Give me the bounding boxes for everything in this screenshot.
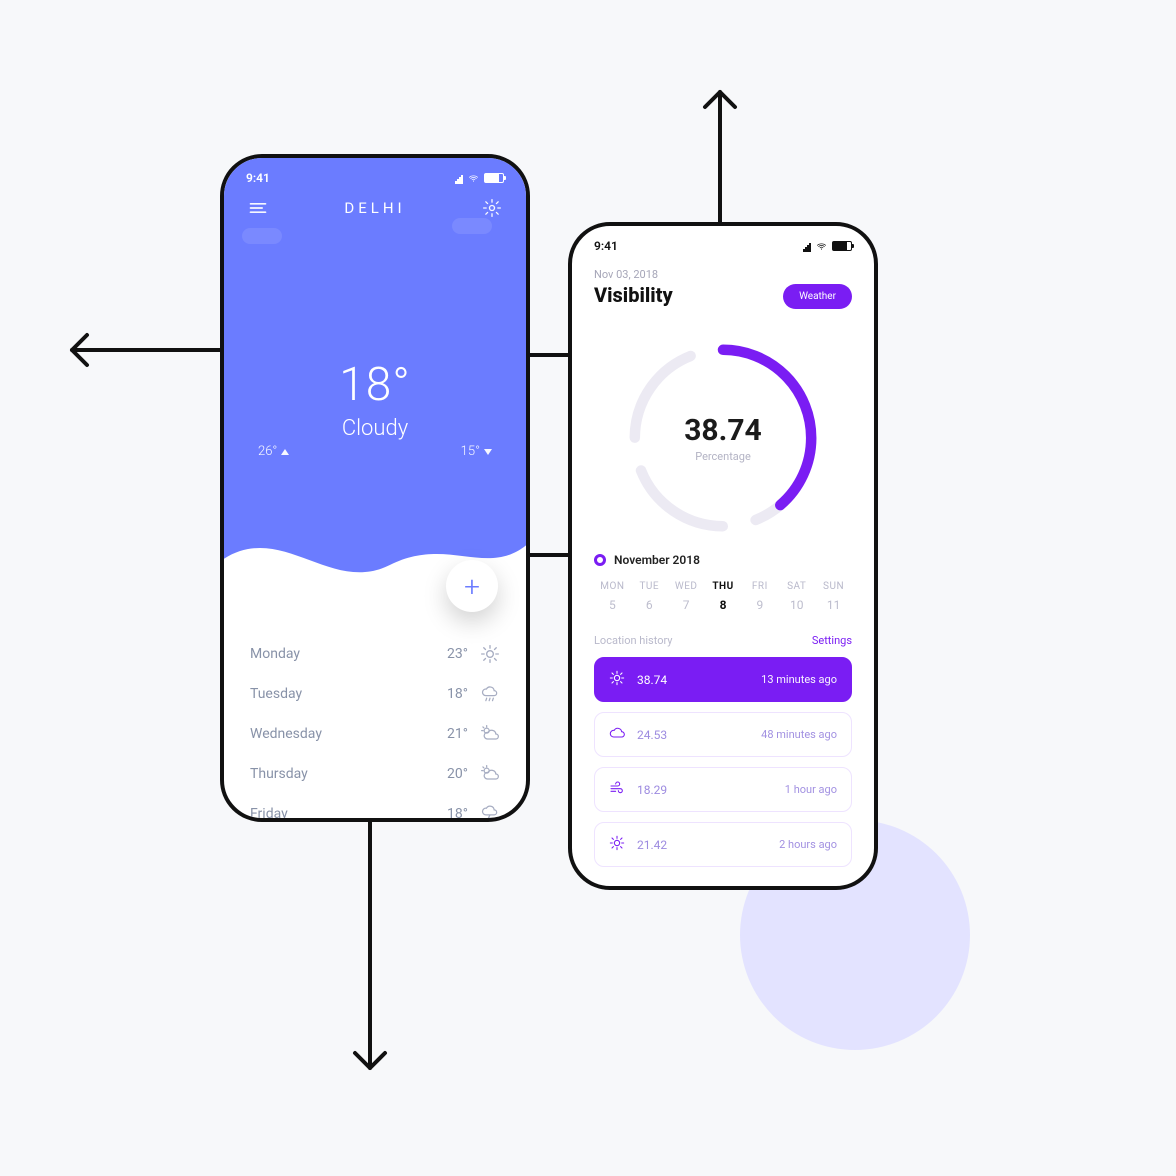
forecast-temp: 20° [447, 766, 468, 782]
calendar-day-label: THU [705, 581, 742, 592]
gear-icon[interactable] [482, 198, 502, 218]
menu-icon[interactable] [248, 198, 268, 218]
gauge-value: 38.74 [684, 413, 762, 448]
history-value: 38.74 [637, 673, 667, 687]
history-item[interactable]: 18.29 1 hour ago [594, 767, 852, 812]
location-title: DELHI [344, 199, 405, 217]
wifi-icon [815, 241, 828, 251]
month-label: November 2018 [614, 553, 700, 567]
history-value: 21.42 [637, 838, 667, 852]
signal-icon [455, 173, 463, 183]
calendar-day-label: FRI [741, 581, 778, 592]
status-bar: 9:41 [572, 236, 874, 256]
plus-icon: + [464, 570, 480, 603]
current-condition: Cloudy [224, 416, 526, 441]
history-value: 24.53 [637, 728, 667, 742]
forecast-row[interactable]: Monday 23° [250, 634, 500, 674]
signal-icon [803, 241, 811, 251]
calendar-day-label: SUN [815, 581, 852, 592]
triangle-down-icon [484, 449, 492, 455]
calendar-day-label: WED [668, 581, 705, 592]
forecast-temp: 18° [447, 686, 468, 702]
history-time: 13 minutes ago [761, 673, 837, 686]
forecast-temp: 18° [447, 806, 468, 822]
triangle-up-icon [281, 449, 289, 455]
page-date: Nov 03, 2018 [594, 268, 852, 281]
history-time: 1 hour ago [785, 783, 837, 796]
arrow-down-icon [310, 820, 430, 1080]
sun-icon [480, 644, 500, 664]
history-item[interactable]: 38.74 13 minutes ago [594, 657, 852, 702]
calendar-date[interactable]: 6 [631, 598, 668, 612]
calendar-strip: MONTUEWEDTHUFRISATSUN 567891011 [594, 581, 852, 612]
calendar-day-label: SAT [778, 581, 815, 592]
current-temperature: 18° [224, 358, 526, 412]
radio-icon [594, 554, 606, 566]
forecast-row[interactable]: Friday 18° [250, 794, 500, 822]
forecast-temp: 23° [447, 646, 468, 662]
forecast-temp: 21° [447, 726, 468, 742]
add-button[interactable]: + [446, 560, 498, 612]
sun-icon [609, 670, 625, 689]
sun-icon [609, 835, 625, 854]
history-item[interactable]: 21.42 2 hours ago [594, 822, 852, 867]
location-history-label: Location history [594, 634, 673, 647]
status-time: 9:41 [594, 239, 618, 253]
partly-icon [480, 724, 500, 744]
month-selector[interactable]: November 2018 [594, 553, 852, 567]
gauge-label: Percentage [695, 450, 751, 463]
high-temperature-value: 26° [258, 444, 277, 459]
arrow-up-icon [660, 82, 780, 232]
forecast-day: Friday [250, 806, 288, 822]
forecast-row[interactable]: Tuesday 18° [250, 674, 500, 714]
weather-hero: DELHI 18° Cloudy 26° 15° [224, 158, 526, 598]
history-time: 2 hours ago [779, 838, 837, 851]
status-bar: 9:41 [224, 168, 526, 188]
arrow-left-icon [60, 320, 230, 440]
forecast-day: Thursday [250, 766, 308, 782]
forecast-day: Monday [250, 646, 300, 662]
status-icons [803, 241, 852, 251]
settings-link[interactable]: Settings [812, 634, 852, 647]
calendar-date[interactable]: 10 [778, 598, 815, 612]
weather-chip[interactable]: Weather [783, 284, 852, 309]
history-time: 48 minutes ago [761, 728, 837, 741]
history-value: 18.29 [637, 783, 667, 797]
phone-weather: 9:41 DELHI 18° Cloudy 26° 15° + [220, 154, 530, 822]
wifi-icon [467, 173, 480, 183]
forecast-day: Tuesday [250, 686, 302, 702]
calendar-day-label: MON [594, 581, 631, 592]
history-item[interactable]: 24.53 48 minutes ago [594, 712, 852, 757]
status-icons [455, 173, 504, 183]
calendar-day-label: TUE [631, 581, 668, 592]
forecast-list: Monday 23° Tuesday 18° Wednesday 21° Thu… [224, 598, 526, 822]
forecast-day: Wednesday [250, 726, 322, 742]
rain-icon [480, 684, 500, 704]
calendar-date[interactable]: 11 [815, 598, 852, 612]
phone-visibility: 9:41 Nov 03, 2018 Visibility Weather 38.… [568, 222, 878, 890]
calendar-date[interactable]: 5 [594, 598, 631, 612]
status-time: 9:41 [246, 171, 270, 185]
wind-icon [609, 780, 625, 799]
forecast-row[interactable]: Wednesday 21° [250, 714, 500, 754]
low-temperature: 15° [461, 444, 492, 459]
calendar-date[interactable]: 8 [705, 598, 742, 612]
battery-icon [484, 173, 504, 183]
calendar-date[interactable]: 9 [741, 598, 778, 612]
visibility-gauge: 38.74 Percentage [618, 333, 828, 543]
partly-icon [480, 764, 500, 784]
high-temperature: 26° [258, 444, 289, 459]
storm-icon [480, 804, 500, 822]
low-temperature-value: 15° [461, 444, 480, 459]
history-list: 38.74 13 minutes ago 24.53 48 minutes ag… [594, 657, 852, 867]
cloud-icon [609, 725, 625, 744]
forecast-row[interactable]: Thursday 20° [250, 754, 500, 794]
battery-icon [832, 241, 852, 251]
calendar-date[interactable]: 7 [668, 598, 705, 612]
